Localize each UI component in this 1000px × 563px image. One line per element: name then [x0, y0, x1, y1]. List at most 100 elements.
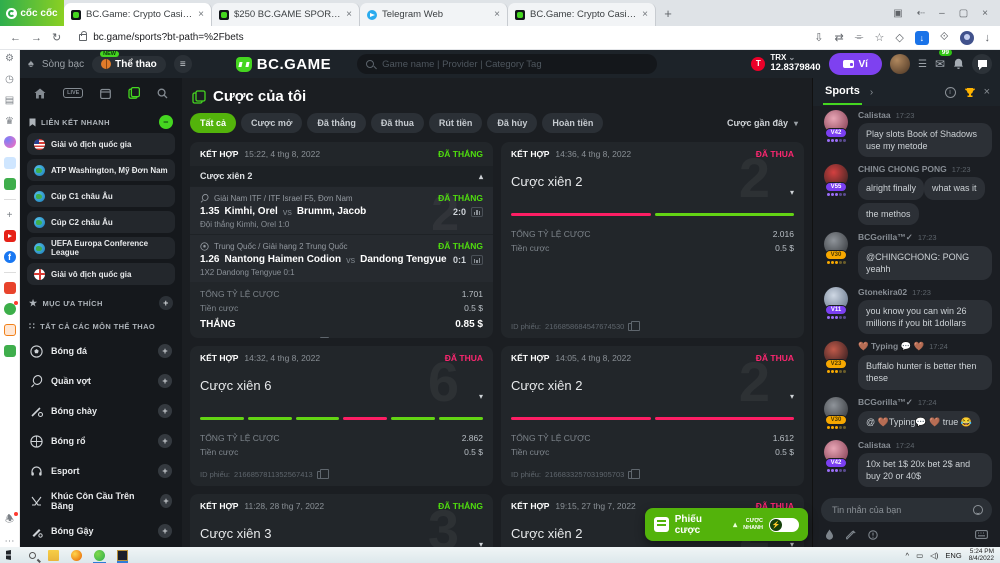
trophy-icon[interactable] — [964, 87, 976, 98]
expand-plus-button[interactable]: + — [158, 374, 172, 388]
session-restore-icon[interactable]: ⇠ — [917, 8, 925, 19]
info-icon[interactable]: i — [945, 87, 956, 98]
crown-icon[interactable]: ♛ — [4, 115, 16, 127]
sidebar-item-tennis[interactable]: Quần vợt+ — [20, 366, 182, 396]
balance-widget[interactable]: T TRX ⌄ 12.8379840 — [751, 54, 820, 73]
chat-app-icon[interactable] — [4, 303, 16, 315]
stats-icon[interactable] — [471, 207, 483, 217]
schedule-calendar-icon[interactable] — [100, 88, 111, 99]
chevron-down-icon[interactable]: ▾ — [790, 540, 794, 547]
filter-refund[interactable]: Hoàn tiền — [542, 113, 603, 133]
filter-open[interactable]: Cược mở — [241, 113, 302, 133]
chevron-down-icon[interactable]: ▾ — [479, 392, 483, 401]
sidebar-item-ice-hockey[interactable]: Khúc Côn Cầu Trên Băng+ — [20, 486, 182, 516]
emoji-icon[interactable] — [973, 505, 983, 515]
chat-message-input[interactable] — [830, 504, 967, 516]
chat-rules-icon[interactable] — [868, 530, 878, 540]
chevron-up-icon[interactable]: ▴ — [479, 172, 483, 181]
bet-card[interactable]: KẾT HỢP14:05, 4 thg 8, 2022ĐÃ THUA 2 Cượ… — [501, 346, 804, 486]
translate-icon[interactable]: ⇄ — [834, 31, 843, 44]
quick-link-item[interactable]: UEFA Europa Conference League — [27, 237, 175, 259]
stats-icon[interactable] — [471, 255, 483, 265]
bet-card[interactable]: KẾT HỢP14:36, 4 thg 8, 2022ĐÃ THUA 2 Cượ… — [501, 142, 804, 338]
game-search[interactable] — [357, 54, 657, 74]
browser-tab-2[interactable]: $250 BC.GAME SPORTS PARL× — [212, 3, 360, 26]
browser-tab-1[interactable]: BC.Game: Crypto Casino Gan× — [64, 3, 212, 26]
inbox-button[interactable]: ✉ 99 — [935, 55, 945, 73]
username[interactable]: Gtonekira02 — [858, 287, 907, 297]
rain-rewards-icon[interactable] — [825, 529, 834, 540]
newsfeed-icon[interactable]: ▤ — [4, 94, 16, 106]
shopee-icon[interactable] — [4, 282, 16, 294]
game-search-input[interactable] — [380, 58, 648, 71]
expand-plus-button[interactable]: + — [158, 344, 172, 358]
close-chat-icon[interactable]: × — [984, 86, 990, 98]
quick-bet-toggle[interactable]: ⚡ — [769, 518, 799, 532]
firefox-icon[interactable] — [71, 550, 82, 561]
downloads-icon[interactable]: ↓ — [985, 32, 991, 44]
filter-all[interactable]: Tất cả — [190, 113, 236, 133]
notifications-bell-icon[interactable] — [953, 58, 964, 70]
wallet-button[interactable]: Ví — [829, 53, 882, 75]
sidebar-item-cricket[interactable]: Bóng Gậy+ — [20, 516, 182, 546]
network-icon[interactable]: ▭ — [916, 551, 923, 560]
coccoc-brand[interactable]: cốc cốc — [0, 0, 64, 26]
tab-close-icon[interactable]: × — [346, 9, 352, 20]
my-bets-ticket-icon[interactable] — [128, 87, 140, 99]
quick-link-item[interactable]: ATP Washington, Mỹ Đơn Nam — [27, 159, 175, 181]
chat-input[interactable] — [821, 498, 992, 522]
copy-icon[interactable] — [317, 471, 324, 479]
sports-nav-pill[interactable]: NEW Thể thao — [92, 56, 166, 73]
notification-bell-icon[interactable]: 🕭 — [4, 514, 16, 526]
forward-icon[interactable]: → — [31, 32, 42, 44]
expand-plus-button[interactable]: + — [158, 464, 172, 478]
volume-icon[interactable]: ◁) — [930, 551, 938, 560]
filter-won[interactable]: Đã thắng — [307, 113, 366, 133]
new-tab-button[interactable]: + — [656, 0, 680, 26]
filter-cashout[interactable]: Rút tiền — [429, 113, 483, 133]
bet-card[interactable]: KẾT HỢP15:22, 4 thg 8, 2022ĐÃ THẮNG Cược… — [190, 142, 493, 338]
casino-nav-link[interactable]: Sòng bạc — [42, 59, 84, 70]
chevron-right-icon[interactable]: › — [870, 87, 873, 98]
menu-toggle-button[interactable]: ≡ — [174, 55, 192, 73]
bet-card[interactable]: KẾT HỢP11:28, 28 thg 7, 2022ĐÃ THẮNG 3 C… — [190, 494, 493, 547]
browser-tab-3[interactable]: Telegram Web× — [360, 3, 508, 26]
sidebar-item-esport[interactable]: Esport+ — [20, 456, 182, 486]
username[interactable]: 🤎 Typing 💬 🤎 — [858, 341, 924, 352]
file-explorer-icon[interactable] — [48, 550, 59, 561]
username[interactable]: BCGorilla™✓ — [858, 397, 913, 408]
coccoc-taskbar-icon[interactable] — [94, 550, 105, 561]
messenger-icon[interactable] — [4, 136, 16, 148]
save-page-icon[interactable]: ⇩ — [814, 31, 823, 44]
live-tab-icon[interactable]: LIVE — [63, 88, 83, 98]
sort-dropdown[interactable]: Cược gần đây▾ — [727, 118, 804, 128]
quick-link-item[interactable]: Cúp C2 châu Âu — [27, 211, 175, 233]
bookmark-star-icon[interactable]: ☆ — [874, 31, 884, 44]
back-icon[interactable]: ← — [10, 32, 21, 44]
add-shortcut-icon[interactable]: + — [4, 209, 16, 221]
url-field[interactable]: bc.game/sports?bt-path=%2Fbets — [71, 32, 804, 43]
facebook-icon[interactable]: f — [4, 251, 16, 263]
profile-icon[interactable] — [960, 31, 974, 45]
add-favorite-button[interactable]: + — [159, 296, 173, 310]
minimize-button[interactable]: – — [939, 8, 945, 19]
close-button[interactable]: × — [982, 8, 988, 19]
sidebar-item-baseball[interactable]: Bóng chày+ — [20, 396, 182, 426]
bcgame-logo[interactable]: BC.GAME — [236, 56, 331, 73]
maximize-button[interactable]: ▢ — [959, 8, 968, 19]
chevron-down-icon[interactable]: ▾ — [790, 188, 794, 197]
banking-icon[interactable] — [4, 345, 16, 357]
expand-plus-button[interactable]: + — [158, 404, 172, 418]
share-icon[interactable]: ⌯ — [855, 31, 864, 44]
language-indicator[interactable]: ENG — [945, 551, 961, 560]
game-client-icon[interactable] — [117, 550, 128, 561]
extensions-icon[interactable]: ⟐ — [940, 31, 949, 44]
home-icon[interactable] — [34, 88, 46, 99]
zalo-icon[interactable] — [4, 157, 16, 169]
download-manager-icon[interactable]: ↓ — [915, 31, 929, 45]
copy-icon[interactable] — [628, 323, 635, 331]
username[interactable]: Calistaa — [858, 110, 891, 120]
tab-close-icon[interactable]: × — [198, 9, 204, 20]
username[interactable]: Calistaa — [858, 440, 891, 450]
chevron-down-icon[interactable]: ▾ — [790, 392, 794, 401]
